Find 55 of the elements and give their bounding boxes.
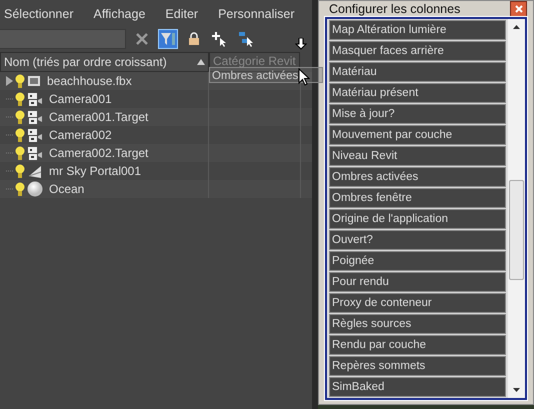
bulb-icon[interactable] [15, 110, 25, 124]
bulb-icon[interactable] [15, 164, 25, 178]
scroll-up-icon[interactable] [513, 25, 520, 29]
column-option[interactable]: Masquer faces arrière [329, 41, 506, 61]
column-option[interactable]: Règles sources [329, 314, 506, 334]
sphere-icon [27, 181, 43, 197]
column-option[interactable]: Proxy de conteneur [329, 293, 506, 313]
camera-icon [27, 146, 43, 160]
column-option[interactable]: Matériau [329, 62, 506, 82]
column-option[interactable]: Poignée [329, 251, 506, 271]
menu-item[interactable]: Sélectionner [4, 7, 74, 21]
bulb-icon[interactable] [15, 146, 25, 160]
bulb-icon[interactable] [15, 182, 25, 196]
column-option[interactable]: Mouvement par couche [329, 125, 506, 145]
column-option[interactable]: Ombres fenêtre [329, 188, 506, 208]
column-header[interactable]: Nom (triés par ordre croissant) [0, 52, 209, 72]
column-option[interactable]: Map Altération lumière [329, 20, 506, 40]
camera-icon [27, 110, 43, 124]
camera-icon [27, 128, 43, 142]
scroll-down-icon[interactable] [513, 388, 520, 392]
drag-ghost: Ombres activées [209, 67, 323, 83]
hierarchy-select-icon[interactable] [236, 29, 256, 49]
column-option[interactable]: Ouvert? [329, 230, 506, 250]
insert-arrow-icon [295, 38, 307, 50]
bulb-icon[interactable] [15, 74, 25, 88]
object-name[interactable]: Camera002 [49, 128, 112, 142]
search-field[interactable] [0, 29, 126, 49]
column-option[interactable]: Pour rendu [329, 272, 506, 292]
object-name[interactable]: Ocean [49, 182, 84, 196]
object-name[interactable]: mr Sky Portal001 [49, 164, 142, 178]
column-option[interactable]: Matériau présent [329, 83, 506, 103]
column-option[interactable]: Rendu par couche [329, 335, 506, 355]
column-option[interactable]: Repères sommets [329, 356, 506, 376]
bulb-icon[interactable] [15, 128, 25, 142]
scrollbar[interactable] [508, 19, 525, 398]
object-name[interactable]: Camera001 [49, 92, 112, 106]
bulb-icon[interactable] [15, 92, 25, 106]
camera-icon [27, 92, 43, 106]
dialog-title: Configurer les colonnes [329, 2, 460, 16]
menu-item[interactable]: Personnaliser [218, 7, 294, 21]
close-icon [514, 5, 522, 13]
column-option[interactable]: Ombres activées [329, 167, 506, 187]
lamp-icon [27, 164, 43, 178]
expand-arrow-icon[interactable] [6, 76, 13, 86]
file-icon [27, 74, 41, 88]
menu-item[interactable]: Affichage [94, 7, 146, 21]
column-option[interactable]: Mise à jour? [329, 104, 506, 124]
column-option[interactable]: SimBaked [329, 377, 506, 397]
scroll-thumb[interactable] [509, 180, 524, 280]
menu-item[interactable]: Editer [165, 7, 198, 21]
column-option[interactable]: Niveau Revit [329, 146, 506, 166]
column-option[interactable]: Origine de l'application [329, 209, 506, 229]
close-button[interactable] [510, 1, 527, 17]
filter-button[interactable] [158, 29, 178, 49]
cursor-icon [298, 68, 310, 86]
